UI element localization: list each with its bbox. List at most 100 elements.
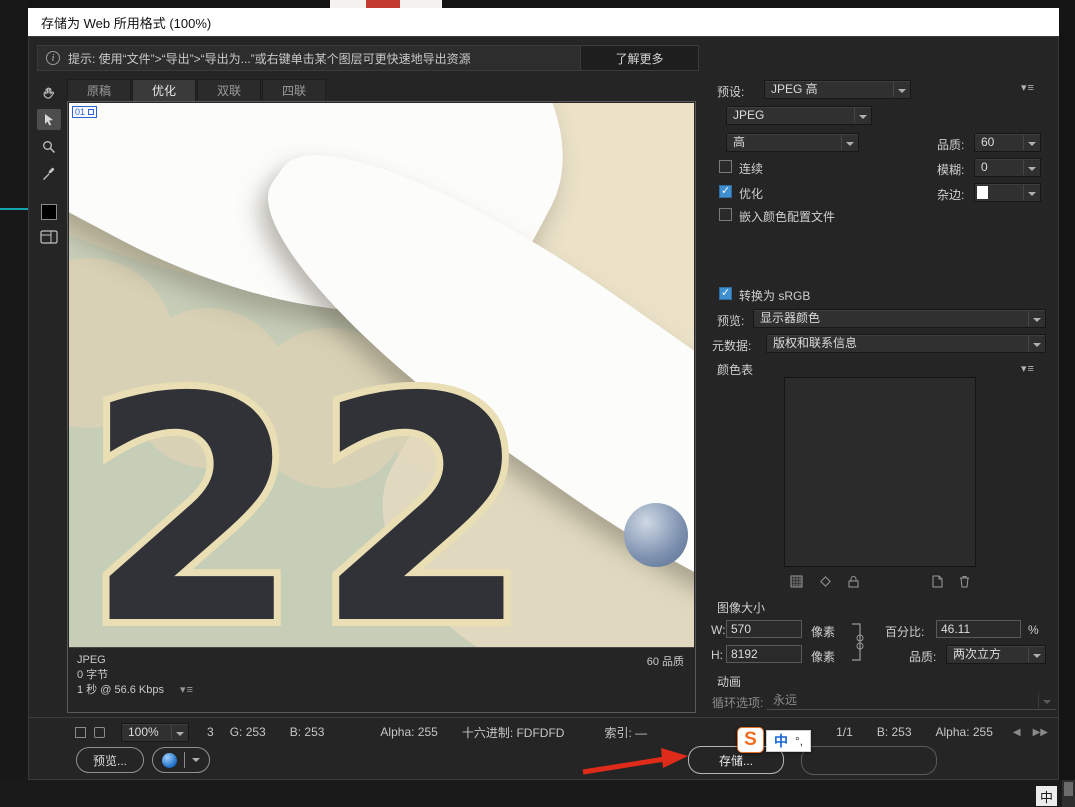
preview-mode-select[interactable]: 显示器颜色 <box>753 309 1046 328</box>
previous-frame-icon: ◀ <box>1013 727 1021 738</box>
hand-tool-button[interactable] <box>37 82 61 103</box>
format-select[interactable]: JPEG <box>726 106 872 125</box>
hand-icon <box>41 85 57 101</box>
optimized-checkbox[interactable] <box>719 185 732 198</box>
metadata-label: 元数据: <box>712 337 751 354</box>
tool-column <box>37 82 61 247</box>
slice-select-icon <box>41 112 57 128</box>
ime-status-box[interactable]: 中 °, <box>766 730 811 752</box>
slice-select-tool-button[interactable] <box>37 109 61 130</box>
blur-select[interactable]: 0 <box>974 158 1041 177</box>
matte-select[interactable] <box>974 183 1041 202</box>
browser-select-button[interactable] <box>152 747 210 773</box>
annotation-arrow <box>555 742 705 782</box>
artwork-sphere <box>624 503 688 567</box>
width-field[interactable]: 570 <box>726 620 802 638</box>
tab-2up[interactable]: 双联 <box>197 79 261 101</box>
dialog-title: 存储为 Web 所用格式 (100%) <box>41 13 211 32</box>
preview-canvas[interactable]: 22 22 01 <box>69 103 694 648</box>
dither-icon[interactable] <box>790 575 803 588</box>
status-b-value: B: 253 <box>290 725 325 739</box>
progressive-label: 连续 <box>739 160 763 177</box>
tab-optimized[interactable]: 优化 <box>132 79 196 101</box>
color-table-toolbar <box>784 573 976 589</box>
preview-quality: 60 品质 <box>647 653 684 669</box>
optimized-label: 优化 <box>739 185 763 202</box>
status-index-value: 索引: — <box>604 724 647 741</box>
preset-select[interactable]: JPEG 高 <box>764 80 911 99</box>
page-icon[interactable] <box>94 727 105 738</box>
link-dimensions-icon[interactable] <box>849 620 867 664</box>
eyedropper-color-swatch[interactable] <box>41 204 57 220</box>
lock-color-icon[interactable] <box>848 575 859 588</box>
embed-profile-label: 嵌入颜色配置文件 <box>739 208 835 225</box>
chevron-down-icon <box>192 758 200 762</box>
color-table <box>784 377 976 567</box>
animation-frame-counter: 1/1 <box>836 725 853 739</box>
status-hex-value: 十六进制: FDFDFD <box>462 724 565 741</box>
resample-quality-select[interactable]: 两次立方 <box>946 645 1046 664</box>
tab-4up[interactable]: 四联 <box>262 79 326 101</box>
web-shift-icon[interactable] <box>819 575 832 588</box>
save-for-web-dialog: i 提示: 使用“文件”>“导出”>“导出为...”或右键单击某个图层可更快速地… <box>28 36 1059 780</box>
zoom-level-select[interactable]: 100% <box>121 723 189 742</box>
convert-srgb-label: 转换为 sRGB <box>739 287 810 304</box>
toggle-slices-visibility-button[interactable] <box>37 226 61 247</box>
background-teal-line <box>0 208 28 210</box>
ime-punct-indicator: °, <box>795 734 803 748</box>
matte-label: 杂边: <box>937 186 964 203</box>
taskbar-ime-indicator[interactable]: 中 <box>1036 786 1057 806</box>
numerals-fill: 22 <box>85 358 544 648</box>
status-bar: 100% 3 G: 253 B: 253 Alpha: 255 十六进制: FD… <box>29 717 1058 746</box>
animation-title: 动画 <box>717 673 741 690</box>
quality-label: 品质: <box>937 136 964 153</box>
dialog-titlebar[interactable]: 存储为 Web 所用格式 (100%) <box>28 8 1059 36</box>
progressive-checkbox[interactable] <box>719 160 732 173</box>
tab-original[interactable]: 原稿 <box>67 79 131 101</box>
color-table-menu-icon[interactable]: ▾≡ <box>1021 362 1035 375</box>
slice-badge: 01 <box>72 106 97 118</box>
matte-color-swatch <box>977 186 988 199</box>
delete-color-icon[interactable] <box>959 575 970 588</box>
new-color-icon[interactable] <box>932 575 943 588</box>
background-bottom-strip <box>0 780 1075 807</box>
status-menu-icon[interactable]: ▾≡ <box>180 684 194 696</box>
percent-field[interactable]: 46.11 <box>936 620 1021 638</box>
info-icon: i <box>46 51 60 65</box>
done-button-outline[interactable] <box>801 746 937 775</box>
background-left-strip <box>0 0 28 807</box>
slice-number: 01 <box>75 107 85 117</box>
preview-in-browser-button[interactable]: 预览... <box>76 747 144 773</box>
slice-outline-icon[interactable] <box>75 727 86 738</box>
height-field[interactable]: 8192 <box>726 645 802 663</box>
sogou-logo-icon: S <box>737 727 764 753</box>
background-scrollbar[interactable] <box>1062 780 1075 807</box>
scrollbar-thumb[interactable] <box>1064 782 1073 796</box>
metadata-select[interactable]: 版权和联系信息 <box>766 334 1046 353</box>
eyedropper-icon <box>41 166 57 182</box>
animation-alpha-value: Alpha: 255 <box>936 725 993 739</box>
width-label: W: <box>711 623 725 637</box>
preview-format: JPEG <box>77 653 686 668</box>
status-r-value: 3 <box>207 725 214 739</box>
settings-panel-menu-icon[interactable]: ▾≡ <box>1021 81 1035 94</box>
status-alpha-value: Alpha: 255 <box>380 725 437 739</box>
eyedropper-tool-button[interactable] <box>37 163 61 184</box>
animation-b-value: B: 253 <box>877 725 912 739</box>
quality-select[interactable]: 60 <box>974 133 1041 152</box>
convert-srgb-checkbox[interactable] <box>719 287 732 300</box>
learn-more-button[interactable]: 了解更多 <box>580 46 698 70</box>
preview-mode-label: 预览: <box>717 312 744 329</box>
percent-label: 百分比: <box>885 623 924 640</box>
browser-icon <box>162 753 177 768</box>
magnifier-icon <box>41 139 57 155</box>
preview-download-time: 1 秒 @ 56.6 Kbps <box>77 684 164 696</box>
preview-file-size: 0 字节 <box>77 668 686 683</box>
percent-unit: % <box>1028 623 1039 637</box>
embed-profile-checkbox[interactable] <box>719 208 732 221</box>
preset-label: 预设: <box>717 83 744 100</box>
info-text: 提示: 使用“文件”>“导出”>“导出为...”或右键单击某个图层可更快速地导出… <box>68 50 471 67</box>
zoom-tool-button[interactable] <box>37 136 61 157</box>
ime-popup[interactable]: S 中 °, <box>737 727 811 753</box>
compression-select[interactable]: 高 <box>726 133 859 152</box>
